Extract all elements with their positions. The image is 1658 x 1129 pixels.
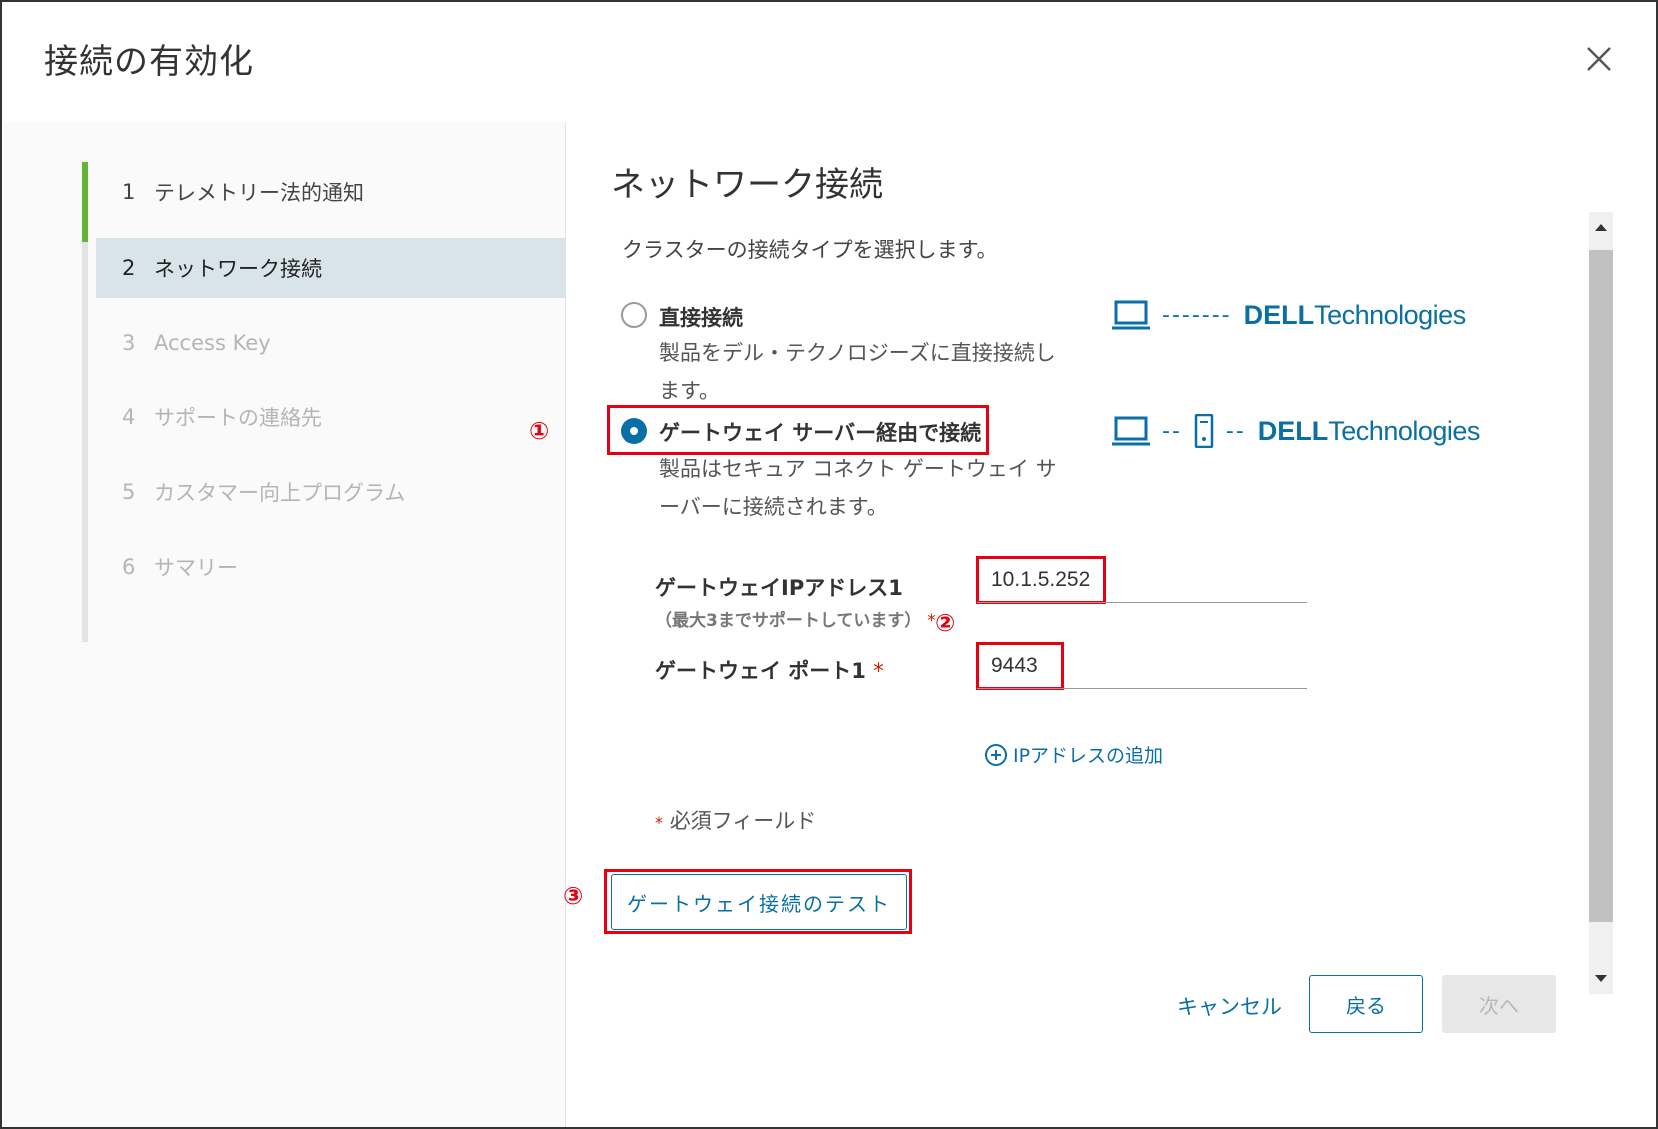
dialog-title: 接続の有効化	[44, 42, 254, 82]
scrollbar[interactable]	[1589, 212, 1613, 994]
annotation-marker-3: ③	[563, 882, 584, 910]
section-description: クラスターの接続タイプを選択します。	[622, 238, 998, 262]
test-gateway-connection-button[interactable]: ゲートウェイ接続のテスト	[611, 874, 907, 930]
dell-technologies-logo: DELL Technologies	[1257, 415, 1481, 446]
direct-connection-description: 製品をデル・テクノロジーズに直接接続します。	[659, 341, 1056, 403]
gateway-server-icon	[1194, 414, 1214, 448]
step-rail-progress	[82, 162, 88, 242]
step-label: サマリー	[154, 556, 238, 580]
gateway-port-input[interactable]	[977, 643, 1307, 689]
connection-line: --	[1162, 418, 1182, 444]
step-number: 3	[122, 331, 136, 355]
step-number: 4	[122, 405, 136, 429]
gateway-connection-diagram: -- -- DELL Technologies	[1112, 414, 1480, 448]
direct-connection-diagram: ------- DELL Technologies	[1112, 298, 1466, 332]
scrollbar-thumb[interactable]	[1589, 250, 1613, 922]
step-telemetry[interactable]: 1 テレメトリー法的通知	[96, 162, 566, 222]
scroll-down-icon[interactable]	[1595, 975, 1607, 982]
section-title: ネットワーク接続	[611, 165, 883, 205]
step-number: 1	[122, 180, 136, 204]
step-label: テレメトリー法的通知	[154, 181, 364, 205]
step-support-contact: 4 サポートの連絡先	[96, 387, 566, 447]
step-summary: 6 サマリー	[96, 537, 566, 597]
enable-connection-dialog: 接続の有効化 1 テレメトリー法的通知 2 ネットワーク接続 3 Access …	[0, 0, 1658, 1129]
connection-line: --	[1225, 418, 1246, 444]
dell-technologies-logo: DELL Technologies	[1243, 299, 1467, 330]
add-ip-address-link[interactable]: IPアドレスの追加	[985, 741, 1163, 768]
cancel-button[interactable]: キャンセル	[1177, 991, 1282, 1021]
connection-line: -------	[1162, 302, 1232, 328]
gateway-connection-radio[interactable]	[621, 418, 647, 444]
step-customer-improvement: 5 カスタマー向上プログラム	[96, 462, 566, 522]
gateway-connection-label[interactable]: ゲートウェイ サーバー経由で接続	[659, 417, 981, 447]
direct-connection-label[interactable]: 直接接続	[659, 302, 743, 332]
gateway-ip-sublabel: （最大3までサポートしています） *	[655, 611, 936, 631]
step-content: ネットワーク接続 クラスターの接続タイプを選択します。 直接接続 製品をデル・テ…	[529, 122, 1617, 1127]
wizard-stepper: 1 テレメトリー法的通知 2 ネットワーク接続 3 Access Key 4 サ…	[4, 122, 566, 1127]
step-label: サポートの連絡先	[154, 406, 322, 430]
scroll-up-icon[interactable]	[1595, 224, 1607, 231]
close-icon[interactable]	[1584, 44, 1614, 74]
step-network-connection[interactable]: 2 ネットワーク接続	[96, 238, 566, 298]
step-label: Access Key	[154, 331, 271, 355]
required-fields-note: * 必須フィールド	[655, 809, 817, 833]
step-number: 5	[122, 480, 136, 504]
step-number: 6	[122, 555, 136, 579]
add-ip-address-label: IPアドレスの追加	[1013, 745, 1164, 767]
gateway-connection-description: 製品はセキュア コネクト ゲートウェイ サーバーに接続されます。	[659, 457, 1057, 519]
annotation-marker-1: ①	[529, 417, 550, 445]
gateway-ip-input[interactable]	[977, 557, 1307, 603]
step-label: ネットワーク接続	[154, 257, 322, 281]
back-button[interactable]: 戻る	[1309, 975, 1423, 1033]
dialog-header: 接続の有効化	[2, 2, 1656, 122]
gateway-ip-label: ゲートウェイIPアドレス1	[655, 576, 903, 600]
add-circle-icon	[985, 743, 1007, 766]
annotation-marker-2: ②	[935, 609, 956, 637]
step-label: カスタマー向上プログラム	[154, 481, 406, 505]
next-button: 次へ	[1442, 975, 1556, 1033]
step-access-key: 3 Access Key	[96, 313, 566, 373]
step-number: 2	[122, 256, 136, 280]
laptop-icon	[1112, 300, 1150, 330]
gateway-port-label: ゲートウェイ ポート1 *	[655, 659, 884, 683]
laptop-icon	[1112, 416, 1150, 446]
direct-connection-radio[interactable]	[621, 302, 647, 328]
